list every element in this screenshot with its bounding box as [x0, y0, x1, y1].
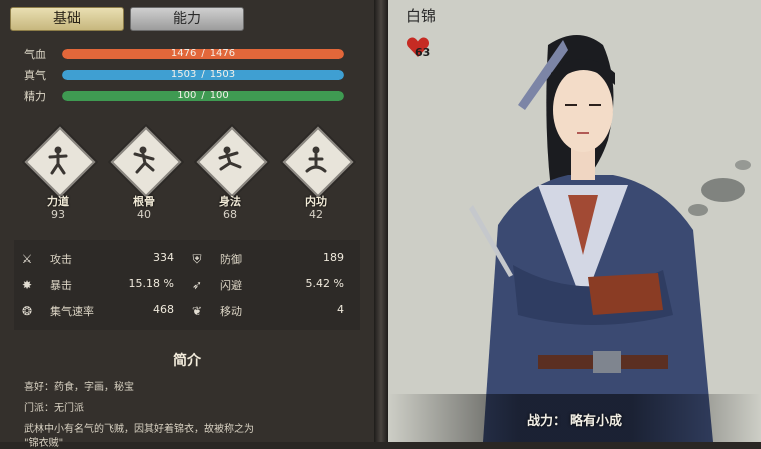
armor-icon: ⛨	[192, 252, 202, 266]
attribute-name: 身法	[219, 195, 241, 208]
tab-ability[interactable]: 能力	[130, 7, 244, 31]
attribute-icons: 力道 93 根骨 40 身法 68 内功 42	[20, 126, 360, 225]
stat-move: ❦ 移动 4	[184, 300, 354, 322]
meditation-figure-icon	[305, 146, 327, 173]
qi-max: 1503	[209, 69, 236, 80]
power-value: 略有小成	[570, 414, 623, 429]
attribute-value: 42	[309, 208, 323, 221]
stat-qi-speed: ❂ 集气速率 468	[14, 300, 184, 322]
hp-label: 气血	[24, 48, 46, 61]
stat-label: 集气速率	[50, 305, 94, 318]
stat-label: 防御	[220, 253, 242, 266]
martial-figure-icon	[218, 146, 242, 171]
stat-crit: ✸ 暴击 15.18 %	[14, 274, 184, 296]
favor-value: 63	[415, 46, 431, 59]
combat-stats: ⚔ 攻击 334 ⛨ 防御 189 ✸ 暴击 15.18 % ➶ 闪避 5.42…	[14, 240, 360, 330]
attribute-name: 力道	[47, 195, 69, 208]
portrait-panel: 白锦 63 战力： 略有小成	[388, 0, 761, 442]
hp-value: 1476 / 1476	[62, 45, 344, 63]
intro-title: 简介	[173, 353, 201, 369]
stat-label: 暴击	[50, 279, 72, 292]
stamina-max: 100	[209, 90, 229, 101]
stat-defense: ⛨ 防御 189	[184, 248, 354, 270]
panel-divider	[374, 0, 388, 442]
intro-hobby: 喜好：药食，字画，秘宝	[24, 382, 134, 393]
qi-bar: 真气 1503 / 1503	[0, 66, 374, 84]
qi-gather-icon: ❂	[21, 304, 33, 318]
character-portrait	[469, 35, 751, 442]
intro-sect: 门派：无门派	[24, 403, 84, 414]
hp-current: 1476	[170, 48, 197, 59]
attribute-value: 93	[51, 208, 65, 221]
qi-sep: /	[201, 69, 205, 80]
stat-attack: ⚔ 攻击 334	[14, 248, 184, 270]
attribute-value: 40	[137, 208, 151, 221]
stat-value: 15.18 %	[128, 277, 174, 290]
attribute-inner-power[interactable]: 内功 42	[278, 126, 354, 225]
stat-label: 闪避	[220, 279, 242, 292]
qi-value: 1503 / 1503	[62, 66, 344, 84]
qi-label: 真气	[24, 69, 46, 82]
attribute-value: 68	[223, 208, 237, 221]
stat-dodge: ➶ 闪避 5.42 %	[184, 274, 354, 296]
stamina-sep: /	[201, 90, 205, 101]
martial-figure-icon	[48, 146, 68, 175]
attribute-name: 根骨	[133, 195, 155, 208]
attribute-agility[interactable]: 身法 68	[192, 126, 268, 225]
qi-current: 1503	[170, 69, 197, 80]
hp-max: 1476	[209, 48, 236, 59]
stat-value: 5.42 %	[305, 277, 344, 290]
intro-desc: 武林中小有名气的飞贼，因其好着锦衣，故被称之为	[24, 424, 254, 435]
stats-panel: 基础 能力 气血 1476/1476 真气 1503/1503 精力 100/1…	[0, 0, 374, 449]
martial-figure-icon	[133, 146, 155, 174]
stamina-current: 100	[177, 90, 197, 101]
attribute-constitution[interactable]: 根骨 40	[106, 126, 182, 225]
attribute-name: 内功	[305, 195, 327, 208]
character-name: 白锦	[406, 7, 437, 25]
stat-value: 468	[153, 303, 174, 316]
hp-bar: 气血 1476 / 1476	[0, 45, 374, 63]
power-rating: 战力： 略有小成	[388, 410, 761, 429]
stat-value: 334	[153, 251, 174, 264]
stamina-value: 100 / 100	[62, 87, 344, 105]
stamina-label: 精力	[24, 90, 46, 103]
stat-label: 移动	[220, 305, 242, 318]
dodge-icon: ➶	[191, 278, 203, 292]
stat-label: 攻击	[50, 253, 72, 266]
tab-basic[interactable]: 基础	[10, 7, 124, 31]
sword-icon: ⚔	[21, 252, 33, 266]
stamina-bar: 精力 100 / 100	[0, 87, 374, 105]
stat-value: 189	[323, 251, 344, 264]
hp-sep: /	[201, 48, 205, 59]
footsteps-icon: ❦	[191, 304, 203, 318]
power-label: 战力：	[526, 414, 566, 429]
attribute-strength[interactable]: 力道 93	[20, 126, 96, 225]
character-screen: 基础 能力 气血 1476/1476 真气 1503/1503 精力 100/1…	[0, 0, 761, 449]
crit-icon: ✸	[21, 278, 33, 292]
stat-value: 4	[337, 303, 344, 316]
